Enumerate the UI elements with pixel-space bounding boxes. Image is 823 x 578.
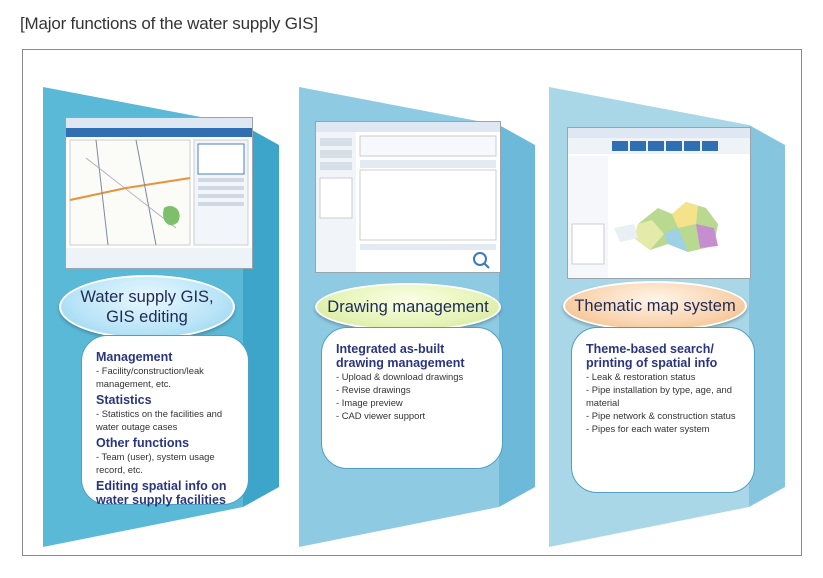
page-title: [Major functions of the water supply GIS… <box>20 14 318 33</box>
pill-drawing-management: Drawing management <box>315 283 501 331</box>
card-thematic-map: Theme-based search/ printing of spatial … <box>571 327 755 493</box>
pill-thematic-map: Thematic map system <box>563 281 747 331</box>
pill-line-2: GIS editing <box>106 308 188 326</box>
section-heading: drawing management <box>336 356 465 370</box>
gis-map-thumbnail <box>66 118 252 268</box>
section-heading: water supply facilities <box>96 493 226 507</box>
drawing-ui-thumbnail <box>316 122 500 272</box>
thematic-map-thumbnail <box>568 128 750 278</box>
section-item: - Upload & download drawings <box>336 371 464 382</box>
section-heading: printing of spatial info <box>586 356 718 370</box>
section-heading: Theme-based search/ <box>586 342 714 356</box>
pill-line-1: Thematic map system <box>574 297 736 315</box>
panel-drawing-management: Drawing management Integrated as-built d… <box>299 87 535 547</box>
section-heading: Management <box>96 350 173 364</box>
section-item: - Team (user), system usage record, etc. <box>96 451 215 475</box>
panel-gis-editing: Water supply GIS, GIS editing Management… <box>43 87 279 547</box>
pill-line-1: Water supply GIS, <box>80 288 214 306</box>
pill-gis-editing: Water supply GIS, GIS editing <box>59 275 235 339</box>
diagram-frame: Water supply GIS, GIS editing Management… <box>22 49 802 556</box>
section-item: - Pipe installation by type, age, and ma… <box>586 384 732 408</box>
drawing-management-screenshot <box>315 121 501 273</box>
section-item: - CAD viewer support <box>336 410 426 421</box>
section-item: - Facility/construction/leak management,… <box>96 365 204 389</box>
pill-line-1: Drawing management <box>327 298 489 316</box>
section-item: - Pipe network & construction status <box>586 410 736 421</box>
thematic-map-screenshot <box>567 127 751 279</box>
section-heading: Integrated as-built <box>336 342 445 356</box>
section-item: - Pipes for each water system <box>586 423 710 434</box>
section-heading: Editing spatial info on <box>96 479 227 493</box>
section-heading: Other functions <box>96 436 190 450</box>
card-drawing-management: Integrated as-built drawing management -… <box>321 327 503 469</box>
section-item: - Statistics on the facilities and water… <box>96 408 223 432</box>
section-item: - Leak & restoration status <box>586 371 696 382</box>
section-item: - Revise drawings <box>336 384 411 395</box>
gis-editing-screenshot <box>65 117 253 269</box>
section-heading: Statistics <box>96 393 152 407</box>
panel-thematic-map: Thematic map system Theme-based search/ … <box>549 87 785 547</box>
card-gis-editing: Management - Facility/construction/leak … <box>81 335 249 507</box>
section-item: - Image preview <box>336 397 403 408</box>
